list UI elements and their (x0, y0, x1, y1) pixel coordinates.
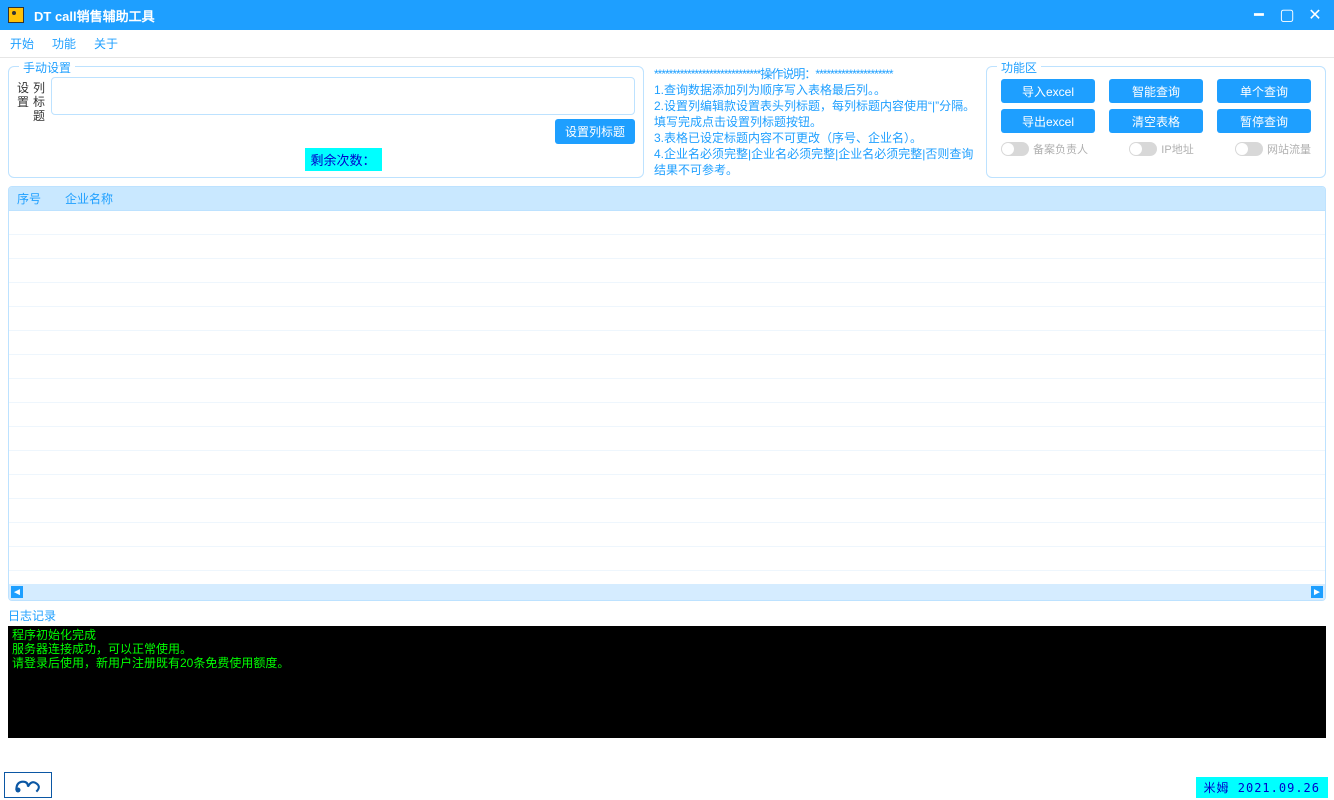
scroll-left-icon[interactable]: ◄ (11, 586, 23, 598)
clear-table-button[interactable]: 清空表格 (1109, 109, 1203, 133)
menubar: 开始 功能 关于 (0, 30, 1334, 58)
data-table: 序号 企业名称 ◄ ► (8, 186, 1326, 601)
manual-legend: 手动设置 (19, 59, 75, 76)
minimize-button[interactable]: ━ (1252, 8, 1266, 22)
log-line: 服务器连接成功，可以正常使用。 (12, 642, 1322, 656)
toggle-ip-address[interactable]: IP地址 (1129, 141, 1193, 157)
table-body[interactable] (9, 211, 1325, 584)
single-query-button[interactable]: 单个查询 (1217, 79, 1311, 103)
menu-func[interactable]: 功能 (52, 35, 76, 52)
log-legend: 日志记录 (8, 607, 1326, 626)
table-header: 序号 企业名称 (9, 187, 1325, 211)
log-line: 请登录后使用，新用户注册既有20条免费使用额度。 (12, 656, 1322, 670)
close-button[interactable]: ✕ (1308, 8, 1322, 22)
window-title: DT call销售辅助工具 (34, 6, 1252, 25)
menu-about[interactable]: 关于 (94, 35, 118, 52)
func-legend: 功能区 (997, 59, 1041, 76)
log-line: 程序初始化完成 (12, 628, 1322, 642)
vendor-logo (4, 772, 52, 798)
column-title-input[interactable] (51, 77, 635, 115)
import-excel-button[interactable]: 导入excel (1001, 79, 1095, 103)
function-panel: 功能区 导入excel 智能查询 单个查询 导出excel 清空表格 暂停查询 … (986, 66, 1326, 178)
statusbar: 米姆 2021.09.26 (0, 772, 1334, 800)
set-label: 设置 (17, 77, 29, 171)
remaining-count: 剩余次数： (305, 148, 382, 171)
status-text: 米姆 2021.09.26 (1196, 777, 1328, 798)
set-column-title-button[interactable]: 设置列标题 (555, 119, 635, 144)
col-company: 企业名称 (65, 190, 113, 207)
titlebar: DT call销售辅助工具 ━ ▢ ✕ (0, 0, 1334, 30)
col-title-label: 列标题 (33, 77, 45, 171)
pause-query-button[interactable]: 暂停查询 (1217, 109, 1311, 133)
instructions-panel: *****************************操作说明：******… (650, 66, 980, 178)
horizontal-scrollbar[interactable]: ◄ ► (9, 584, 1325, 600)
manual-settings-panel: 手动设置 设置 列标题 设置列标题 剩余次数： (8, 66, 644, 178)
col-index: 序号 (17, 190, 41, 207)
export-excel-button[interactable]: 导出excel (1001, 109, 1095, 133)
menu-start[interactable]: 开始 (10, 35, 34, 52)
log-console: 程序初始化完成 服务器连接成功，可以正常使用。 请登录后使用，新用户注册既有20… (8, 626, 1326, 738)
smart-query-button[interactable]: 智能查询 (1109, 79, 1203, 103)
app-icon (8, 7, 24, 23)
maximize-button[interactable]: ▢ (1280, 8, 1294, 22)
scroll-right-icon[interactable]: ► (1311, 586, 1323, 598)
toggle-record-person[interactable]: 备案负责人 (1001, 141, 1088, 157)
toggle-site-traffic[interactable]: 网站流量 (1235, 141, 1311, 157)
